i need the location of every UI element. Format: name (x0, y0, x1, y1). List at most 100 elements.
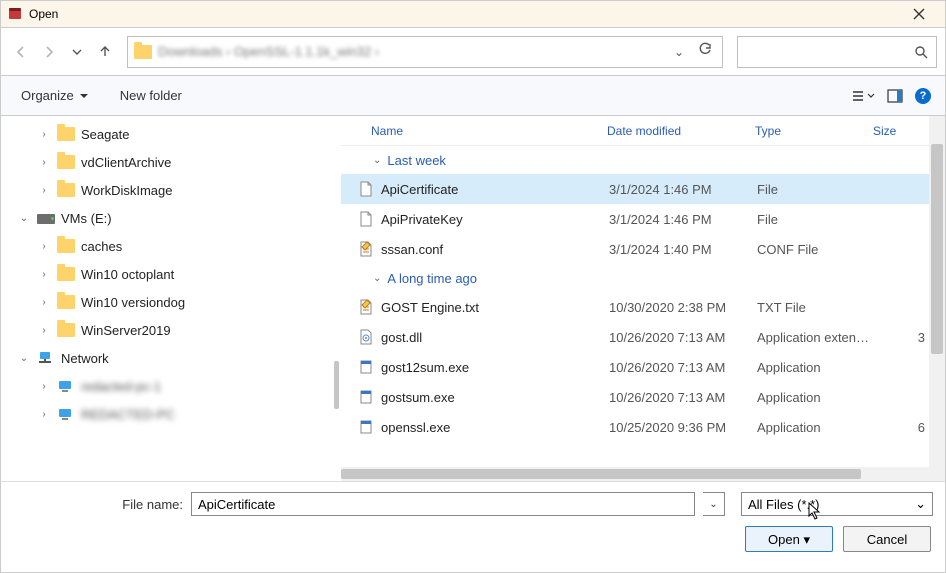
close-icon (913, 8, 925, 20)
file-row[interactable]: sssan.conf3/1/2024 1:40 PMCONF File (341, 234, 945, 264)
file-row[interactable]: ApiPrivateKey3/1/2024 1:46 PMFile (341, 204, 945, 234)
tree-label: Network (61, 351, 109, 366)
expand-toggle[interactable]: ⌄ (17, 353, 31, 364)
cancel-button[interactable]: Cancel (843, 526, 931, 552)
tree-label: caches (81, 239, 122, 254)
help-button[interactable]: ? (915, 88, 931, 104)
back-button[interactable] (9, 40, 33, 64)
file-row[interactable]: GOST Engine.txt10/30/2020 2:38 PMTXT Fil… (341, 292, 945, 322)
tree-item[interactable]: ⌄ Network (1, 344, 341, 372)
tree-item[interactable]: › REDACTED-PC (1, 400, 341, 428)
file-type: File (757, 182, 875, 197)
expand-toggle[interactable]: › (37, 381, 51, 392)
tree-item[interactable]: ›Win10 octoplant (1, 260, 341, 288)
file-group-header[interactable]: ⌄Last week (341, 146, 945, 174)
file-row[interactable]: gost.dll10/26/2020 7:13 AMApplication ex… (341, 322, 945, 352)
file-type: CONF File (757, 242, 875, 257)
search-input[interactable] (737, 36, 937, 68)
folder-tree[interactable]: ›Seagate›vdClientArchive›WorkDiskImage⌄V… (1, 116, 341, 481)
address-bar[interactable]: Downloads › OpenSSL-1.1.1k_win32 › ⌄ (127, 36, 723, 68)
expand-toggle[interactable]: › (37, 241, 51, 252)
app-icon (7, 6, 23, 22)
file-row[interactable]: ApiCertificate3/1/2024 1:46 PMFile (341, 174, 945, 204)
col-name[interactable]: Name (371, 124, 607, 138)
tree-item[interactable]: ⌄VMs (E:) (1, 204, 341, 232)
view-mode-button[interactable] (845, 85, 881, 107)
tree-item[interactable]: › vdClientArchive (1, 148, 341, 176)
group-label: A long time ago (387, 271, 477, 286)
file-name: gost12sum.exe (381, 360, 609, 375)
expand-toggle[interactable]: › (37, 409, 51, 420)
chevron-down-icon: ⌄ (373, 273, 381, 284)
close-button[interactable] (899, 1, 939, 27)
file-date: 10/26/2020 7:13 AM (609, 330, 757, 345)
file-date: 10/26/2020 7:13 AM (609, 360, 757, 375)
filename-history-dropdown[interactable]: ⌄ (703, 492, 725, 516)
file-group-header[interactable]: ⌄ A long time ago (341, 264, 945, 292)
file-type: TXT File (757, 300, 875, 315)
nav-toolbar: Downloads › OpenSSL-1.1.1k_win32 › ⌄ (0, 28, 946, 76)
tree-label: WorkDiskImage (81, 183, 173, 198)
file-list-body[interactable]: ⌄Last weekApiCertificate3/1/2024 1:46 PM… (341, 146, 945, 481)
file-date: 10/25/2020 9:36 PM (609, 420, 757, 435)
tree-item[interactable]: › Win10 versiondog (1, 288, 341, 316)
search-icon (914, 45, 928, 59)
bottom-panel: File name: ⌄ All Files (*.*)⌄ Open ▾ Can… (0, 481, 946, 573)
file-name: sssan.conf (381, 242, 609, 257)
column-headers[interactable]: Name Date modified Type Size (341, 116, 945, 146)
filename-input[interactable] (191, 492, 695, 516)
expand-toggle[interactable]: › (37, 269, 51, 280)
address-dropdown[interactable]: ⌄ (670, 45, 688, 59)
file-vscrollbar[interactable] (929, 116, 945, 481)
file-type: Application (757, 420, 875, 435)
tree-item[interactable]: ›Seagate (1, 120, 341, 148)
tree-item[interactable]: ›WinServer2019 (1, 316, 341, 344)
file-icon (357, 418, 375, 436)
file-date: 3/1/2024 1:40 PM (609, 242, 757, 257)
file-type-filter[interactable]: All Files (*.*)⌄ (741, 492, 933, 516)
file-hscrollbar[interactable] (341, 467, 929, 481)
file-row[interactable]: gostsum.exe10/26/2020 7:13 AMApplication (341, 382, 945, 412)
file-date: 3/1/2024 1:46 PM (609, 212, 757, 227)
col-type[interactable]: Type (755, 124, 873, 138)
expand-toggle[interactable]: › (37, 325, 51, 336)
file-type: File (757, 212, 875, 227)
file-icon (357, 328, 375, 346)
file-date: 10/30/2020 2:38 PM (609, 300, 757, 315)
file-icon (357, 358, 375, 376)
filename-label: File name: (1, 497, 183, 512)
tree-item[interactable]: › caches (1, 232, 341, 260)
up-button[interactable] (93, 40, 117, 64)
expand-toggle[interactable]: ⌄ (17, 213, 31, 224)
file-type: Application exten… (757, 330, 875, 345)
tree-label: Win10 versiondog (81, 295, 185, 310)
folder-icon (134, 45, 152, 59)
tree-scrollbar[interactable] (334, 361, 339, 409)
recent-locations-button[interactable] (65, 40, 89, 64)
file-icon (357, 240, 375, 258)
file-row[interactable]: gost12sum.exe10/26/2020 7:13 AMApplicati… (341, 352, 945, 382)
expand-toggle[interactable]: › (37, 297, 51, 308)
file-row[interactable]: openssl.exe10/25/2020 9:36 PMApplication… (341, 412, 945, 442)
tree-label: REDACTED-PC (81, 407, 175, 422)
forward-button[interactable] (37, 40, 61, 64)
refresh-button[interactable] (694, 42, 716, 61)
file-name: gostsum.exe (381, 390, 609, 405)
command-bar: Organize New folder ? (0, 76, 946, 116)
window-title: Open (29, 7, 899, 21)
new-folder-button[interactable]: New folder (114, 84, 188, 107)
expand-toggle[interactable]: › (37, 185, 51, 196)
chevron-down-icon (867, 92, 875, 100)
file-name: gost.dll (381, 330, 609, 345)
col-date[interactable]: Date modified (607, 124, 755, 138)
open-button[interactable]: Open ▾ (745, 526, 833, 552)
expand-toggle[interactable]: › (37, 157, 51, 168)
tree-item[interactable]: › WorkDiskImage (1, 176, 341, 204)
tree-label: vdClientArchive (81, 155, 171, 170)
tree-item[interactable]: ›redacted-pc-1 (1, 372, 341, 400)
preview-pane-button[interactable] (881, 85, 909, 107)
breadcrumb: Downloads › OpenSSL-1.1.1k_win32 › (158, 44, 664, 59)
organize-menu[interactable]: Organize (15, 84, 94, 107)
expand-toggle[interactable]: › (37, 129, 51, 140)
file-type: Application (757, 360, 875, 375)
